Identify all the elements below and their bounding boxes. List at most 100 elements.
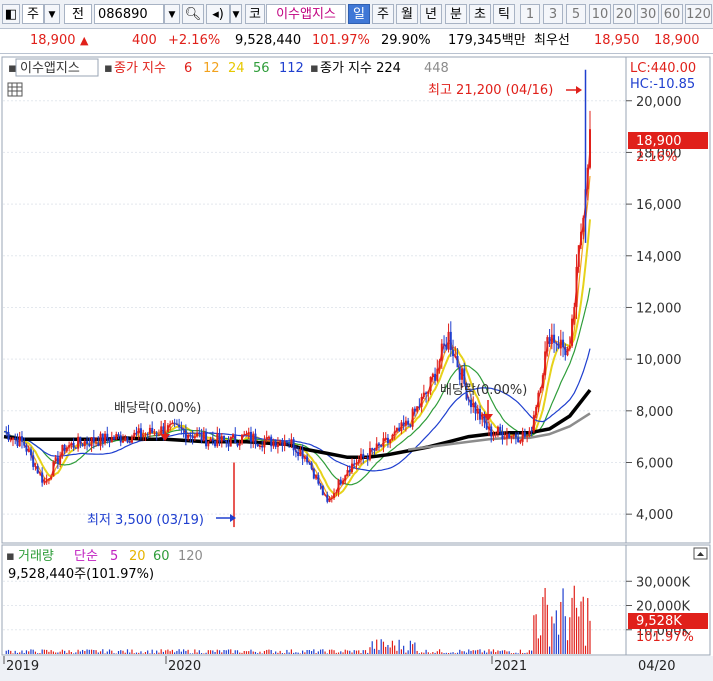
period-month[interactable]: 월 <box>396 4 418 24</box>
candle-body <box>546 337 549 352</box>
candle-body <box>344 475 347 481</box>
candle-body <box>180 426 183 429</box>
candle-body <box>65 447 68 452</box>
candle-body <box>407 420 410 425</box>
candle-body <box>47 478 50 480</box>
candle-body <box>99 433 102 447</box>
ma-legend-square-icon: ▪ <box>104 61 113 76</box>
candle-body <box>43 482 46 484</box>
candle-body <box>279 440 282 444</box>
candle-body <box>223 435 226 441</box>
candle-body <box>290 439 293 445</box>
candle-body <box>303 456 306 459</box>
interval-20[interactable]: 20 <box>613 4 635 24</box>
period-second[interactable]: 초 <box>469 4 491 24</box>
candle-body <box>146 434 149 436</box>
current-price-tag-text: 18,900 <box>636 134 682 149</box>
x-label-2020: 2020 <box>168 659 201 674</box>
period-week[interactable]: 주 <box>372 4 394 24</box>
market-dropdown-icon[interactable]: ▼ <box>44 4 60 24</box>
interval-5[interactable]: 5 <box>566 4 586 24</box>
y-tick-label: 8,000 <box>636 405 673 420</box>
candle-body <box>429 376 432 392</box>
candle-body <box>532 415 535 432</box>
candle-body <box>559 339 562 349</box>
speaker-icon[interactable]: ◂) <box>206 4 230 24</box>
market-select[interactable]: 주 <box>22 4 44 24</box>
candle-body <box>490 426 493 437</box>
candle-body <box>178 424 181 427</box>
candle-body <box>126 437 129 443</box>
volume-ma-5: 5 <box>110 549 118 564</box>
candle-body <box>128 442 131 444</box>
candle-body <box>373 449 376 451</box>
interval-3[interactable]: 3 <box>543 4 563 24</box>
period-year[interactable]: 년 <box>420 4 442 24</box>
candle-body <box>20 436 23 442</box>
period-tick[interactable]: 틱 <box>493 4 515 24</box>
candle-body <box>364 457 367 459</box>
candle-body <box>523 432 526 437</box>
candle-body <box>333 493 336 499</box>
candle-body <box>137 428 140 434</box>
candle-body <box>317 475 320 484</box>
candle-body <box>34 465 37 467</box>
period-day[interactable]: 일 <box>348 4 370 24</box>
candle-body <box>555 342 558 344</box>
speaker-dropdown-icon[interactable]: ▼ <box>230 4 242 24</box>
candle-body <box>386 437 389 444</box>
candle-body <box>294 450 297 452</box>
candle-body <box>553 334 556 343</box>
magnifier-icon[interactable]: 🔍︎ <box>182 4 204 24</box>
candle-body <box>196 433 199 437</box>
candle-body <box>288 443 291 445</box>
candle-body <box>438 360 441 369</box>
candle-body <box>184 430 187 439</box>
candle-body <box>508 434 511 438</box>
long-ma-legend-448: 448 <box>424 61 449 76</box>
chart-area[interactable]: 20,00018,00016,00014,00012,00010,0008,00… <box>0 54 713 681</box>
interval-60[interactable]: 60 <box>661 4 683 24</box>
candle-body <box>571 318 574 346</box>
interval-120[interactable]: 120 <box>685 4 712 24</box>
candle-body <box>205 431 208 447</box>
candle-body <box>548 337 551 345</box>
candle-body <box>324 494 327 496</box>
candle-body <box>130 437 133 443</box>
candle-body <box>45 479 48 483</box>
candle-body <box>227 442 230 447</box>
candle-body <box>59 455 62 464</box>
interval-1[interactable]: 1 <box>520 4 540 24</box>
candle-body <box>481 413 484 420</box>
candle-body <box>198 433 201 435</box>
grid-table-icon[interactable] <box>7 82 23 97</box>
candle-body <box>411 408 414 427</box>
candle-body <box>391 434 394 440</box>
candle-body <box>389 439 392 444</box>
candle-body <box>41 472 44 483</box>
candle-body <box>240 434 243 444</box>
candle-body <box>72 442 75 448</box>
candle-body <box>182 428 185 431</box>
interval-30[interactable]: 30 <box>637 4 659 24</box>
candle-body <box>252 433 255 442</box>
candle-body <box>110 436 113 443</box>
quote-bar: 18,900 ▲ 400 +2.16% 9,528,440 101.97% 29… <box>0 29 713 54</box>
candle-body <box>157 434 160 436</box>
x-label-2021: 2021 <box>494 659 527 674</box>
code-input[interactable]: 086890 <box>94 4 164 24</box>
candle-body <box>263 440 266 448</box>
period-minute[interactable]: 분 <box>445 4 467 24</box>
window-menu-icon[interactable]: ◧ <box>2 4 20 24</box>
candle-body <box>582 217 585 232</box>
candle-body <box>425 392 428 394</box>
code-dropdown-icon[interactable]: ▼ <box>164 4 180 24</box>
trade-amount: 179,345백만 <box>448 33 526 48</box>
prev-button[interactable]: 전 <box>64 4 92 24</box>
hc-label: HC:-10.85 <box>630 77 695 92</box>
candle-body <box>319 483 322 486</box>
candle-body <box>135 432 138 434</box>
up-arrow-icon: ▲ <box>80 34 89 47</box>
interval-10[interactable]: 10 <box>589 4 611 24</box>
candle-body <box>589 129 591 168</box>
